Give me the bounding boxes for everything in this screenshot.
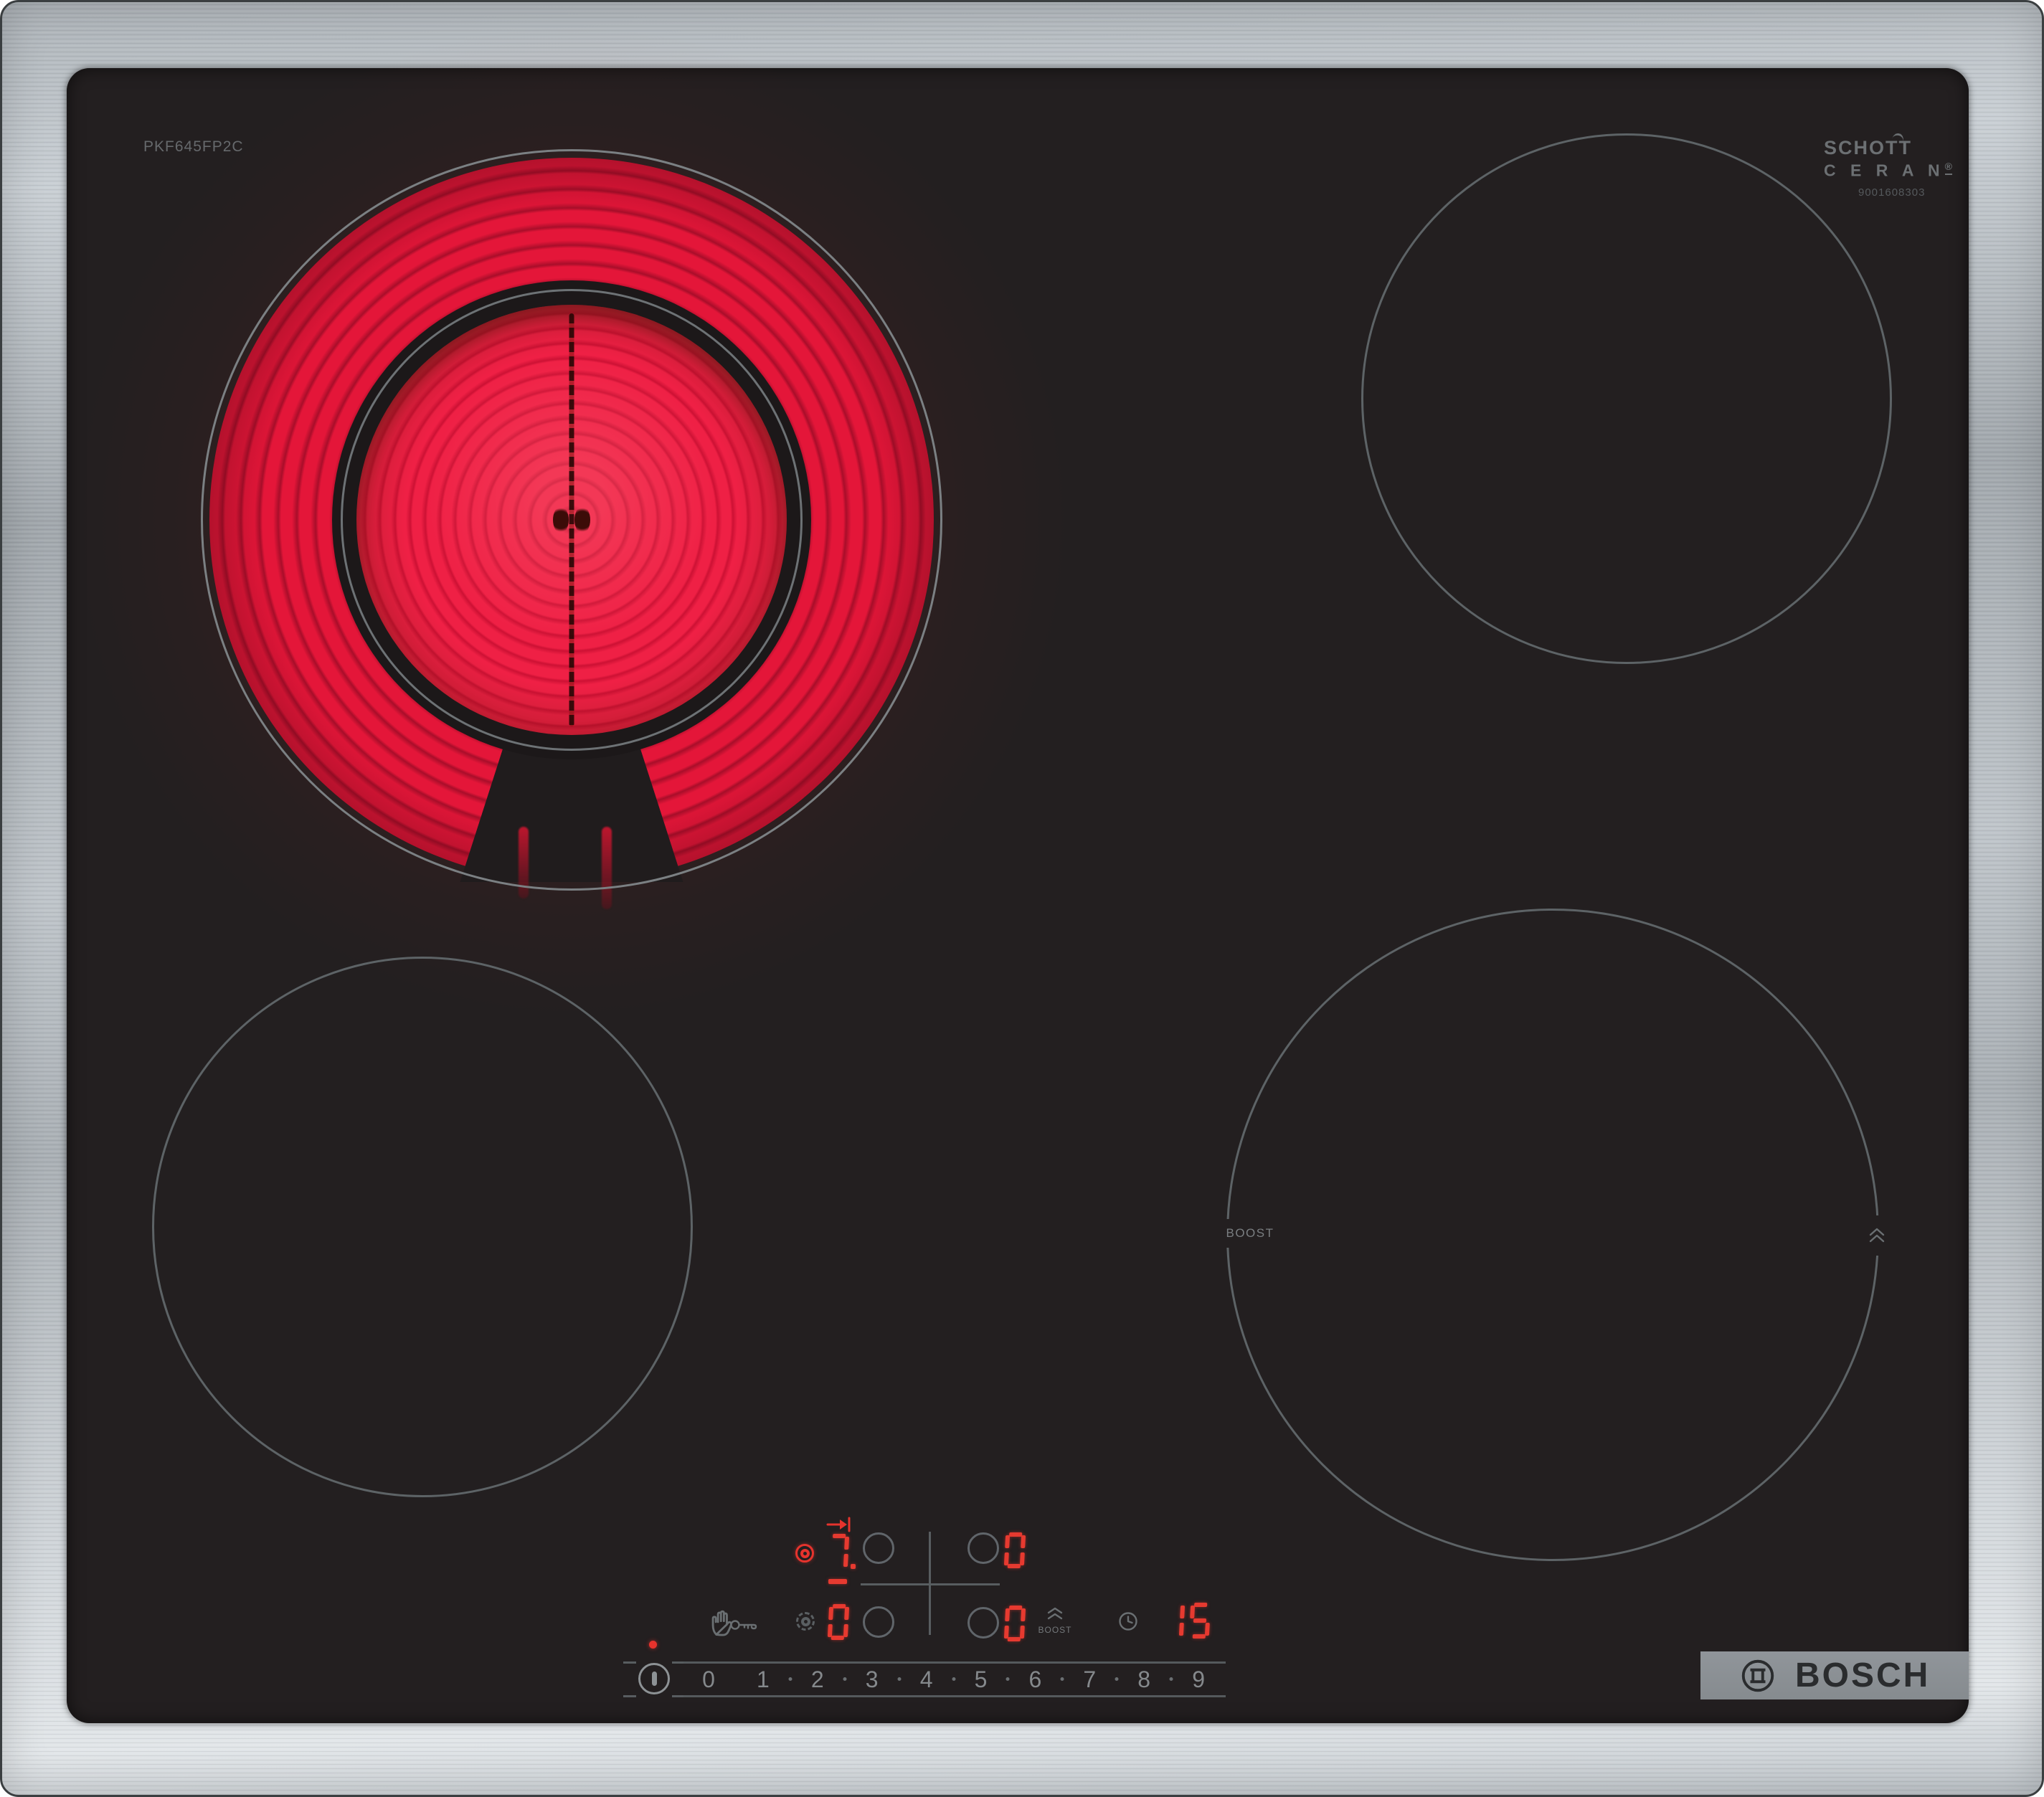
- rear-left-zone-ring: [201, 149, 942, 891]
- dual-zone-inner-dot: [800, 1549, 810, 1558]
- slider-level-4[interactable]: 4: [920, 1666, 933, 1693]
- boost-chevron-icon: [1868, 1226, 1886, 1245]
- front-right-zone-boost-label: BOOST: [1226, 1226, 1274, 1241]
- power-key[interactable]: [638, 1663, 670, 1694]
- slider-level-8[interactable]: 8: [1137, 1666, 1150, 1693]
- seven-segment-digit: [1004, 1532, 1026, 1568]
- slider-level-0[interactable]: 0: [702, 1666, 715, 1693]
- front-right-zone-select-key[interactable]: [967, 1607, 999, 1639]
- slider-level-7[interactable]: 7: [1083, 1666, 1096, 1693]
- seven-segment-digit: [1163, 1603, 1186, 1639]
- glass-brand-logo: SCHOTT C E R A N®: [1824, 137, 1946, 181]
- dual-zone-indicator-icon: [795, 1544, 814, 1563]
- slider-separator-dot: [1170, 1677, 1173, 1681]
- display-decimal-point: [851, 1564, 856, 1569]
- front-right-zone-chevron-patch: [1863, 1215, 1891, 1256]
- front-right-level-display: [1005, 1606, 1025, 1641]
- slider-separator-dot: [788, 1677, 792, 1681]
- slider-separator-dot: [952, 1677, 955, 1681]
- slider-separator-dot: [1006, 1677, 1010, 1681]
- power-on-indicator: [649, 1641, 657, 1649]
- seven-segment-digit: [828, 1604, 850, 1640]
- slider-level-1[interactable]: 1: [757, 1666, 770, 1693]
- rear-right-zone-select-key[interactable]: [967, 1532, 999, 1564]
- slider-level-2[interactable]: 2: [811, 1666, 824, 1693]
- timer-clock-icon[interactable]: [1118, 1611, 1138, 1631]
- timer-transfer-arrow-icon: [825, 1515, 854, 1534]
- front-right-zone-boost-label-patch: BOOST: [1217, 1219, 1283, 1248]
- glass-brand-line1: SCHOTT: [1824, 137, 1946, 159]
- slider-level-9[interactable]: 9: [1192, 1666, 1205, 1693]
- slider-separator-dot: [897, 1677, 901, 1681]
- slider-level-5[interactable]: 5: [975, 1666, 988, 1693]
- seven-segment-digit: [1189, 1603, 1211, 1639]
- bosch-badge: BOSCH: [1700, 1651, 1969, 1699]
- boost-key[interactable]: BOOST: [1033, 1607, 1077, 1635]
- glass-brand-line2: C E R A N®: [1824, 161, 1946, 181]
- power-icon: [652, 1672, 657, 1686]
- power-level-slider[interactable]: 0 1 2 3 4 5 6 7 8 9: [683, 1661, 1226, 1697]
- slider-separator-dot: [1061, 1677, 1064, 1681]
- glass-brand-code: 9001608303: [1858, 186, 1925, 199]
- zone-divider-horizontal: [861, 1583, 1000, 1585]
- child-lock-key-icon[interactable]: [729, 1616, 758, 1634]
- boost-key-label: BOOST: [1033, 1625, 1077, 1635]
- seven-segment-digit: [828, 1534, 850, 1570]
- slider-separator-dot: [1115, 1677, 1119, 1681]
- selected-zone-dash: [828, 1579, 847, 1584]
- bosch-armature-icon: [1741, 1659, 1775, 1693]
- rear-right-zone-ring: [1361, 133, 1892, 664]
- front-left-level-display: [828, 1604, 848, 1640]
- rear-left-zone-select-key[interactable]: [863, 1532, 894, 1564]
- boost-chevron-icon: [1046, 1607, 1064, 1620]
- front-left-zone-ring: [152, 957, 693, 1497]
- bosch-wordmark: BOSCH: [1795, 1656, 1930, 1695]
- registered-mark: ®: [1945, 161, 1952, 175]
- front-right-zone-ring: [1226, 909, 1879, 1561]
- hob-frame: PKF645FP2C SCHOTT C E R A N® 9001608303 …: [0, 0, 2044, 1797]
- slider-separator-dot: [843, 1677, 846, 1681]
- slider-level-3[interactable]: 3: [866, 1666, 879, 1693]
- seven-segment-digit: [1004, 1606, 1026, 1641]
- rear-right-level-display: [1005, 1532, 1025, 1568]
- timer-display: [1164, 1603, 1210, 1639]
- rear-left-level-display: [828, 1534, 856, 1570]
- slider-bottom-line: [683, 1695, 1226, 1697]
- dual-zone-inner-dot: [801, 1617, 810, 1626]
- front-left-zone-select-key[interactable]: [863, 1606, 894, 1638]
- power-key-frame-dash: [623, 1661, 636, 1664]
- slider-level-6[interactable]: 6: [1028, 1666, 1041, 1693]
- dual-zone-indicator-icon: [796, 1612, 815, 1631]
- slider-top-line: [683, 1661, 1226, 1664]
- power-key-frame-dash: [623, 1695, 636, 1697]
